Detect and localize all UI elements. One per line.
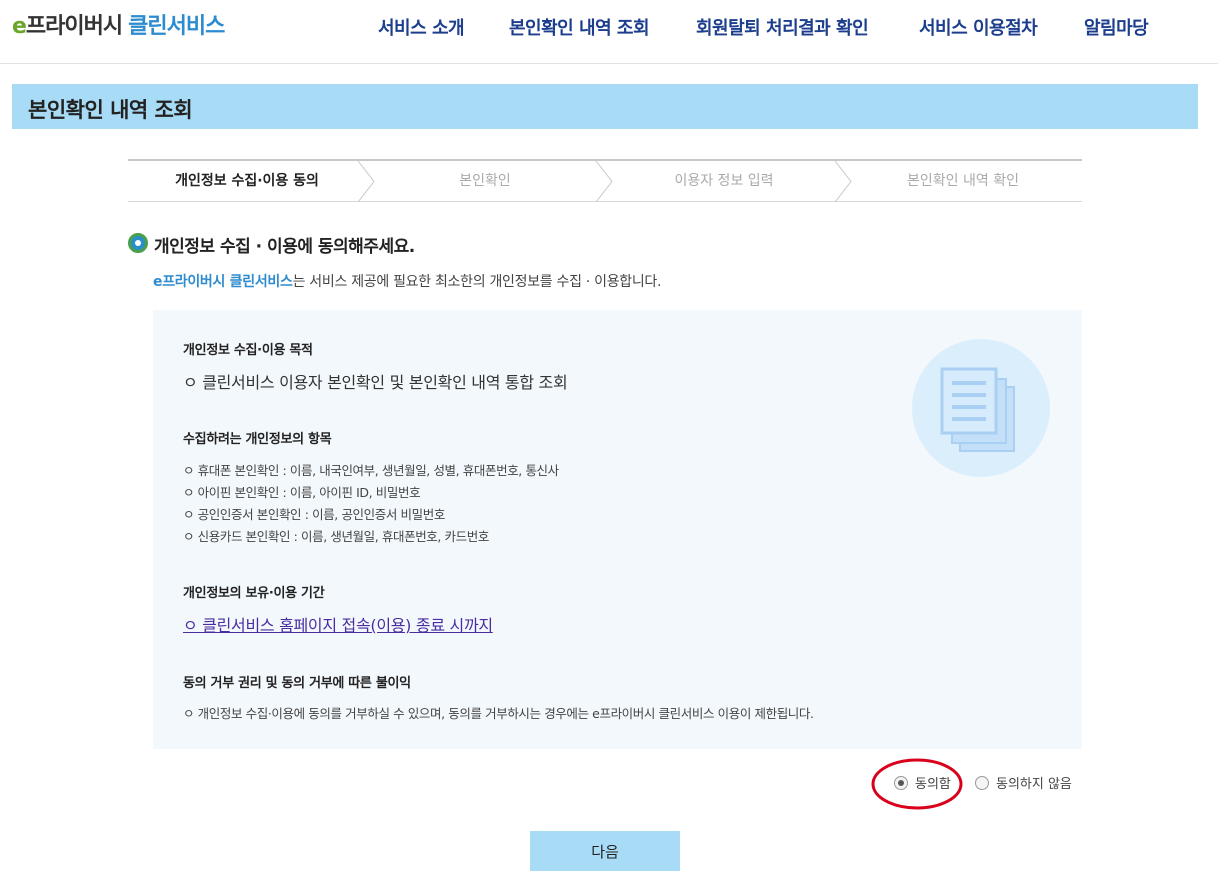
step-label: 본인확인 [459,173,511,189]
agree-label: 동의함 [915,777,951,792]
section-title: 개인정보 수집 · 이용에 동의해주세요. [154,237,415,257]
item-line: ㅇ 아이핀 본인확인 : 이름, 아이핀 ID, 비밀번호 [183,485,421,500]
bullet-circle-icon [128,233,148,253]
items-heading: 수집하려는 개인정보의 항목 [183,432,332,447]
purpose-heading: 개인정보 수집·이용 목적 [183,343,313,358]
page-title-bar: 본인확인 내역 조회 [12,84,1198,129]
intro-brand: e프라이버시 클린서비스 [153,274,293,290]
item-line: ㅇ 신용카드 본인확인 : 이름, 생년월일, 휴대폰번호, 카드번호 [183,529,489,544]
retention-link[interactable]: ㅇ 클린서비스 홈페이지 접속(이용) 종료 시까지 [183,612,493,636]
refusal-text: ㅇ 개인정보 수집·이용에 동의를 거부하실 수 있으며, 동의를 거부하시는 … [183,706,814,721]
step-label: 개인정보 수집·이용 동의 [175,173,319,189]
disagree-radio-option[interactable]: 동의하지 않음 [975,773,1072,792]
step-indicator: 개인정보 수집·이용 동의 본인확인 이용자 정보 입력 본인확인 내역 확인 [128,159,1082,202]
agree-radio-option[interactable]: 동의함 [894,773,951,792]
step-user-info: 이용자 정보 입력 [605,161,852,202]
logo-prefix: 프라이버시 [25,14,123,39]
intro-text: 는 서비스 제공에 필요한 최소한의 개인정보를 수집 · 이용합니다. [292,274,662,290]
disagree-label: 동의하지 않음 [996,777,1072,792]
logo-e: e [12,14,27,39]
page-title: 본인확인 내역 조회 [28,98,193,122]
step-consent: 개인정보 수집·이용 동의 [128,161,375,202]
next-button[interactable]: 다음 [530,831,680,871]
consent-info-box: 개인정보 수집·이용 목적 ㅇ 클린서비스 이용자 본인확인 및 본인확인 내역… [153,310,1082,749]
agree-radio[interactable] [894,775,908,790]
step-identity-check: 본인확인 [366,161,613,202]
refusal-heading: 동의 거부 권리 및 동의 거부에 따른 불이익 [183,676,411,691]
site-logo[interactable]: e프라이버시 클린서비스 [12,8,225,40]
nav-usage-procedure[interactable]: 서비스 이용절차 [919,14,1038,40]
item-line: ㅇ 휴대폰 본인확인 : 이름, 내국인여부, 생년월일, 성별, 휴대폰번호,… [183,463,559,478]
nav-service-intro[interactable]: 서비스 소개 [378,14,465,40]
document-stack-icon [940,367,1015,452]
item-line: ㅇ 공인인증서 본인확인 : 이름, 공인인증서 비밀번호 [183,507,445,522]
step-history-check: 본인확인 내역 확인 [844,161,1082,202]
section-intro: e프라이버시 클린서비스는 서비스 제공에 필요한 최소한의 개인정보를 수집 … [153,271,661,291]
nav-identity-history[interactable]: 본인확인 내역 조회 [509,14,650,40]
disagree-radio[interactable] [975,775,989,790]
step-label: 본인확인 내역 확인 [907,173,1019,189]
nav-notice[interactable]: 알림마당 [1084,14,1149,40]
step-label: 이용자 정보 입력 [674,173,774,189]
site-header: e프라이버시 클린서비스 서비스 소개 본인확인 내역 조회 회원탈퇴 처리결과 … [0,0,1218,64]
nav-withdrawal-result[interactable]: 회원탈퇴 처리결과 확인 [696,14,869,40]
purpose-text: ㅇ 클린서비스 이용자 본인확인 및 본인확인 내역 통합 조회 [183,373,568,392]
retention-heading: 개인정보의 보유·이용 기간 [183,586,325,601]
document-icon [912,339,1050,477]
logo-suffix: 클린서비스 [128,14,225,39]
